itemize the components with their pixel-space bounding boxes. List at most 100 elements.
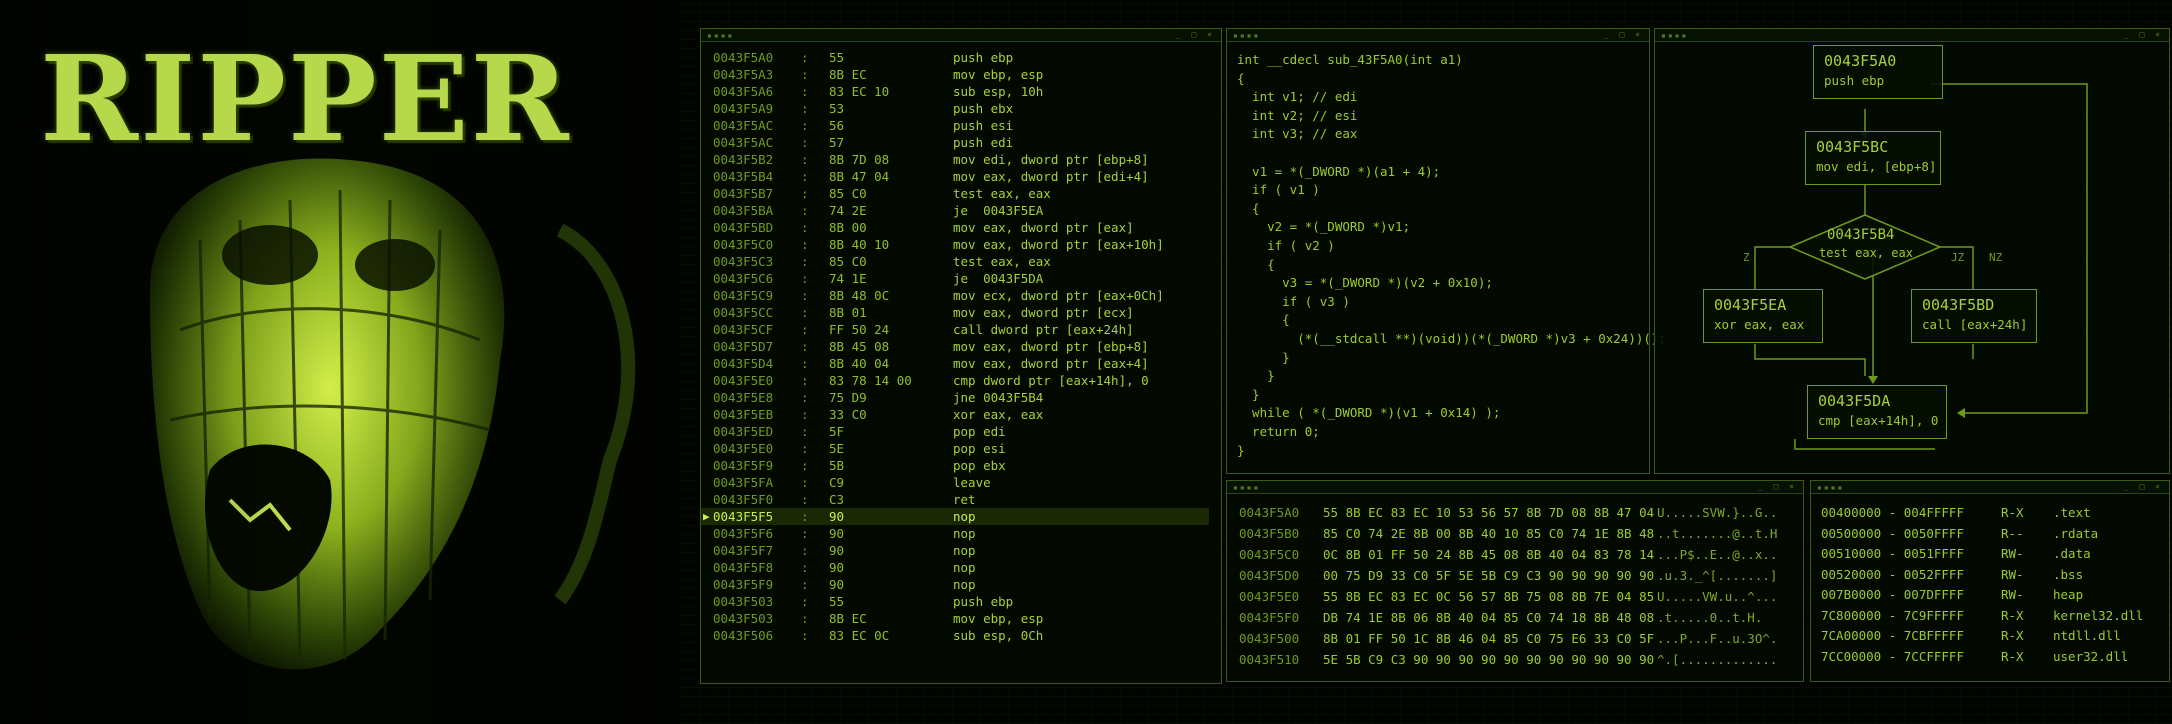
disasm-row[interactable]: 0043F5D7 8B 45 08 mov eax, dword ptr [ebp+… xyxy=(701,338,1209,355)
hex-ascii: ^.[............. xyxy=(1657,652,1778,667)
segment-row[interactable]: 00400000 - 004FFFFF R-X .text xyxy=(1821,503,2161,523)
hexdump-row[interactable]: 0043F5E0 55 8B EC 83 EC 0C 56 57 8B 75 08… xyxy=(1239,587,1799,607)
window-controls-icon[interactable]: _ □ × xyxy=(1758,482,1797,491)
hexdump-row[interactable]: 0043F510 5E 5B C9 C3 90 90 90 90 90 90 90… xyxy=(1239,650,1799,670)
pseudocode-titlebar: ▪▪▪▪ _ □ × xyxy=(1227,29,1649,42)
hex-address: 0043F510 xyxy=(1239,652,1300,667)
segment-name: .text xyxy=(2053,505,2091,520)
segment-row[interactable]: 7CC00000 - 7CCFFFFF R-X user32.dll xyxy=(1821,647,2161,667)
hex-bytes: 5E 5B C9 C3 90 90 90 90 90 90 90 90 90 9… xyxy=(1323,652,1655,667)
hexdump-row[interactable]: 0043F5B0 85 C0 74 2E 8B 00 8B 40 10 85 C0… xyxy=(1239,524,1799,544)
graph-node-instr: xor eax, eax xyxy=(1714,317,1805,332)
disasm-separator: : xyxy=(801,186,809,201)
disasm-row[interactable]: 0043F5A9 53 push ebx: xyxy=(701,100,1209,117)
disasm-row[interactable]: 0043F5C0 8B 40 10 mov eax, dword ptr [eax+… xyxy=(701,236,1209,253)
disasm-row[interactable]: 0043F5B4 8B 47 04 mov eax, dword ptr [edi+… xyxy=(701,168,1209,185)
disasm-row[interactable]: 0043F5CF FF 50 24 call dword ptr [eax+24h]… xyxy=(701,321,1209,338)
segment-row[interactable]: 00500000 - 0050FFFF R-- .rdata xyxy=(1821,524,2161,544)
disasm-separator: : xyxy=(801,407,809,422)
disasm-instruction: je 0043F5DA xyxy=(953,271,1044,286)
disasm-row[interactable]: 0043F5F9 5B pop ebx: xyxy=(701,457,1209,474)
graph-node-addr[interactable]: 0043F5B4 xyxy=(1827,227,1894,243)
disasm-address: 0043F5D7 xyxy=(713,339,774,354)
disasm-address: 0043F5E0 xyxy=(713,441,774,456)
segment-row[interactable]: 7CA00000 - 7CBFFFFF R-X ntdll.dll xyxy=(1821,626,2161,646)
disasm-instruction: mov eax, dword ptr [ecx] xyxy=(953,305,1134,320)
segment-row[interactable]: 00520000 - 0052FFFF RW- .bss xyxy=(1821,565,2161,585)
disasm-row[interactable]: 0043F5BA 74 2E je 0043F5EA: xyxy=(701,202,1209,219)
disassembly-panel[interactable]: ▪▪▪▪ _ □ × 0043F5A0 55 push ebp: 0043F5A3 8B… xyxy=(700,28,1222,684)
disasm-instruction: jne 0043F5B4 xyxy=(953,390,1044,405)
disasm-instruction: mov eax, dword ptr [eax+10h] xyxy=(953,237,1164,252)
hexdump-row[interactable]: 0043F500 8B 01 FF 50 1C 8B 46 04 85 C0 75… xyxy=(1239,629,1799,649)
disasm-address: 0043F5C3 xyxy=(713,254,774,269)
hexdump-row[interactable]: 0043F5A0 55 8B EC 83 EC 10 53 56 57 8B 7D… xyxy=(1239,503,1799,523)
window-controls-icon[interactable]: _ □ × xyxy=(1604,30,1643,39)
pseudocode-panel[interactable]: ▪▪▪▪ _ □ × int __cdecl sub_43F5A0(int a1… xyxy=(1226,28,1666,474)
disasm-row[interactable]: 0043F5BD 8B 00 mov eax, dword ptr [eax]: xyxy=(701,219,1209,236)
disasm-row[interactable]: 0043F5E8 75 D9 jne 0043F5B4: xyxy=(701,389,1209,406)
graph-node[interactable]: 0043F5BD call [eax+24h] xyxy=(1911,289,2037,343)
disasm-row[interactable]: 0043F5B2 8B 7D 08 mov edi, dword ptr [ebp+… xyxy=(701,151,1209,168)
disasm-row[interactable]: 0043F5F9 90 nop: xyxy=(701,576,1209,593)
control-flow-graph-panel[interactable]: ▪▪▪▪ _ □ × Z JZ NZ 0043F5B4 test eax, ea… xyxy=(1654,28,2170,474)
disasm-address: 0043F5C0 xyxy=(713,237,774,252)
disasm-row[interactable]: 0043F5C3 85 C0 test eax, eax: xyxy=(701,253,1209,270)
disasm-instruction: push ebp xyxy=(953,594,1014,609)
disasm-row[interactable]: 0043F5F6 90 nop: xyxy=(701,525,1209,542)
hexdump-row[interactable]: 0043F5F0 DB 74 1E 8B 06 8B 40 04 85 C0 74… xyxy=(1239,608,1799,628)
disasm-instruction: nop xyxy=(953,509,976,524)
graph-node[interactable]: 0043F5BC mov edi, [ebp+8] xyxy=(1805,131,1941,185)
disasm-row[interactable]: 0043F506 83 EC 0C sub esp, 0Ch: xyxy=(701,627,1209,644)
disasm-row[interactable]: 0043F5E0 83 78 14 00 cmp dword ptr [eax+14… xyxy=(701,372,1209,389)
disasm-row[interactable]: 0043F5F0 C3 ret: xyxy=(701,491,1209,508)
disasm-row[interactable]: 0043F5A3 8B EC mov ebp, esp: xyxy=(701,66,1209,83)
disasm-row[interactable]: 0043F5C6 74 1E je 0043F5DA: xyxy=(701,270,1209,287)
disasm-bytes: 83 EC 10 xyxy=(829,84,890,99)
disasm-row[interactable]: 0043F5D4 8B 40 04 mov eax, dword ptr [eax+… xyxy=(701,355,1209,372)
hexdump-row[interactable]: 0043F5D0 00 75 D9 33 C0 5F 5E 5B C9 C3 90… xyxy=(1239,566,1799,586)
disasm-row[interactable]: 0043F5F8 90 nop: xyxy=(701,559,1209,576)
disasm-row[interactable]: 0043F5FA C9 leave: xyxy=(701,474,1209,491)
hex-address: 0043F5D0 xyxy=(1239,568,1300,583)
disasm-separator: : xyxy=(801,135,809,150)
disasm-bytes: 5F xyxy=(829,424,845,439)
disasm-row[interactable]: 0043F5E0 5E pop esi: xyxy=(701,440,1209,457)
graph-node[interactable]: 0043F5EA xor eax, eax xyxy=(1703,289,1823,343)
window-controls-icon[interactable]: _ □ × xyxy=(1176,30,1215,39)
disasm-row[interactable]: 0043F5F7 90 nop: xyxy=(701,542,1209,559)
pseudocode-line: int v3; // eax xyxy=(1237,126,1358,142)
disasm-row[interactable]: 0043F503 8B EC mov ebp, esp: xyxy=(701,610,1209,627)
disasm-row[interactable]: 0043F503 55 push ebp: xyxy=(701,593,1209,610)
disasm-bytes: 74 1E xyxy=(829,271,867,286)
disasm-row[interactable]: 0043F5CC 8B 01 mov eax, dword ptr [ecx]: xyxy=(701,304,1209,321)
disasm-address: 0043F5F0 xyxy=(713,492,774,507)
segment-row[interactable]: 007B0000 - 007DFFFF RW-heap xyxy=(1821,585,2161,605)
disasm-row[interactable]: 0043F5ED 5F pop edi: xyxy=(701,423,1209,440)
hex-bytes: 00 75 D9 33 C0 5F 5E 5B C9 C3 90 90 90 9… xyxy=(1323,568,1655,583)
disasm-row[interactable]: ▶ 0043F5F5 90 nop: xyxy=(701,508,1209,525)
disasm-row[interactable]: 0043F5C9 8B 48 0C mov ecx, dword ptr [eax+… xyxy=(701,287,1209,304)
disasm-instruction: pop edi xyxy=(953,424,1006,439)
edge-label-right-b: NZ xyxy=(1989,251,2003,264)
disasm-row[interactable]: 0043F5B7 85 C0 test eax, eax: xyxy=(701,185,1209,202)
disasm-address: 0043F5F8 xyxy=(713,560,774,575)
hex-bytes: 0C 8B 01 FF 50 24 8B 45 08 8B 40 04 83 7… xyxy=(1323,547,1655,562)
hexdump-row[interactable]: 0043F5C0 0C 8B 01 FF 50 24 8B 45 08 8B 40… xyxy=(1239,545,1799,565)
graph-node[interactable]: 0043F5A0 push ebp xyxy=(1813,45,1943,99)
disasm-row[interactable]: 0043F5AC 57 push edi: xyxy=(701,134,1209,151)
segment-row[interactable]: 7C800000 - 7C9FFFFF R-X kernel32.dll xyxy=(1821,606,2161,626)
segments-panel[interactable]: ▪▪▪▪ _ □ × 00400000 - 004FFFFF R-X .text 00… xyxy=(1810,480,2170,682)
segment-permissions: R-- xyxy=(2001,525,2024,541)
disasm-bytes: 90 xyxy=(829,526,845,541)
hexdump-panel[interactable]: ▪▪▪▪ _ □ × 0043F5A0 55 8B EC 83 EC 10 53 … xyxy=(1226,480,1804,682)
disasm-row[interactable]: 0043F5AC 56 push esi: xyxy=(701,117,1209,134)
window-controls-icon[interactable]: _ □ × xyxy=(2124,482,2163,491)
hex-ascii: U.....VW.u..^... xyxy=(1657,589,1778,604)
disasm-row[interactable]: 0043F5EB 33 C0 xor eax, eax: xyxy=(701,406,1209,423)
segment-row[interactable]: 00510000 - 0051FFFF RW- .data xyxy=(1821,544,2161,564)
disasm-row[interactable]: 0043F5A6 83 EC 10 sub esp, 10h: xyxy=(701,83,1209,100)
graph-node-instr: test eax, eax xyxy=(1819,246,1913,260)
disasm-row[interactable]: 0043F5A0 55 push ebp: xyxy=(701,49,1209,66)
graph-node[interactable]: 0043F5DA cmp [eax+14h], 0 xyxy=(1807,385,1947,439)
